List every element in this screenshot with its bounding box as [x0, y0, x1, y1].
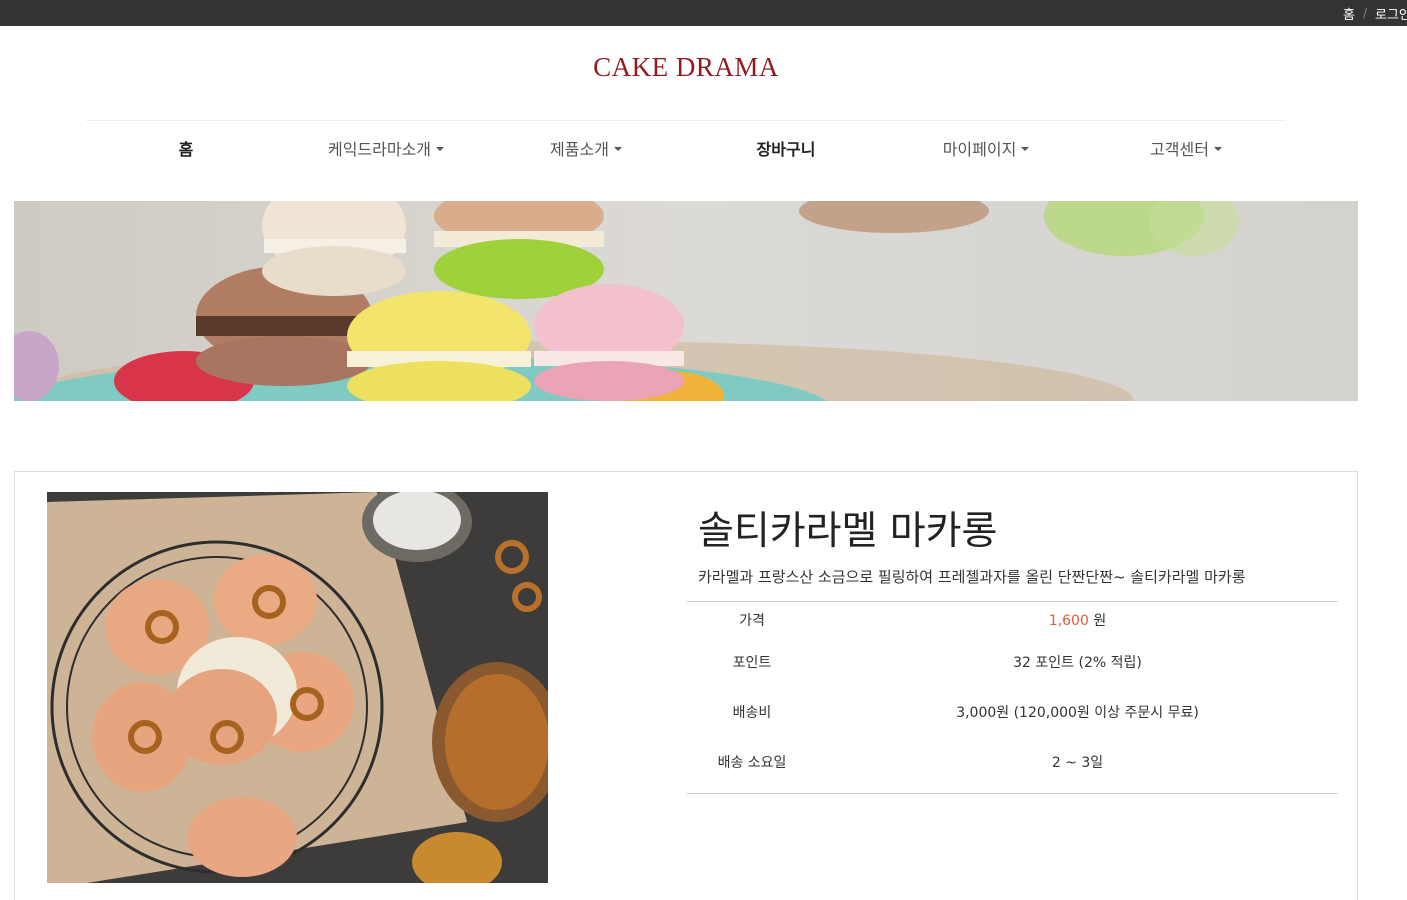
product-title: 솔티카라멜 마카롱	[698, 509, 998, 554]
price-unit: 원	[1093, 612, 1107, 629]
spec-value: 1,600 원	[817, 610, 1338, 630]
utility-link-login[interactable]: 로그인	[1375, 4, 1407, 23]
spec-row-price: 가격 1,600 원	[687, 602, 1338, 637]
product-description: 카라멜과 프랑스산 소금으로 필링하여 프레젤과자를 올린 단짠단짠~ 솔티카라…	[698, 568, 1246, 586]
nav-item-label: 케익드라마소개	[327, 139, 432, 159]
spec-row-points: 포인트 32 포인트 (2% 적립)	[687, 637, 1338, 687]
spec-label: 배송비	[732, 705, 772, 721]
nav-item-home[interactable]: 홈	[86, 121, 286, 174]
nav-item-about[interactable]: 케익드라마소개	[286, 121, 486, 174]
nav-item-label: 제품소개	[550, 139, 609, 159]
nav-item-label: 홈	[178, 139, 194, 159]
product-detail-panel: 솔티카라멜 마카롱 카라멜과 프랑스산 소금으로 필링하여 프레젤과자를 올린 …	[14, 471, 1358, 900]
caret-down-icon	[436, 146, 445, 151]
caret-down-icon	[613, 146, 622, 151]
spec-value: 3,000원 (120,000원 이상 주문시 무료)	[956, 705, 1199, 721]
site-logo-text: CAKE DRAMA	[593, 52, 779, 82]
macaron-banner-illustration	[14, 201, 1358, 401]
caret-down-icon	[1021, 146, 1030, 151]
spec-value: 2 ~ 3일	[1051, 755, 1104, 771]
hero-banner-image	[14, 201, 1358, 401]
spec-label: 배송 소요일	[717, 755, 787, 771]
nav-item-mypage[interactable]: 마이페이지	[886, 121, 1086, 174]
main-navigation: 홈 케익드라마소개 제품소개 장바구니 마이페이지 고객센터	[86, 120, 1286, 174]
spec-row-delivery: 배송 소요일 2 ~ 3일	[687, 737, 1338, 787]
site-logo[interactable]: CAKE DRAMA	[0, 52, 1372, 83]
spec-value: 32 포인트 (2% 적립)	[1013, 655, 1142, 671]
spec-row-shipping: 배송비 3,000원 (120,000원 이상 주문시 무료)	[687, 687, 1338, 737]
salted-caramel-macaron-photo	[47, 492, 548, 883]
caret-down-icon	[1213, 146, 1222, 151]
product-image	[47, 492, 548, 883]
spec-label: 포인트	[732, 655, 772, 671]
nav-item-cart[interactable]: 장바구니	[686, 121, 886, 174]
price-amount: 1,600	[1048, 612, 1089, 629]
nav-item-label: 고객센터	[1150, 139, 1209, 159]
nav-item-label: 장바구니	[756, 139, 816, 159]
utility-separator: /	[1362, 6, 1367, 20]
nav-item-label: 마이페이지	[942, 139, 1017, 159]
product-info: 솔티카라멜 마카롱 카라멜과 프랑스산 소금으로 필링하여 프레젤과자를 올린 …	[687, 492, 1338, 794]
utility-links: 홈 / 로그인	[1343, 0, 1407, 26]
top-utility-bar: 홈 / 로그인	[0, 0, 1407, 26]
product-spec-table: 가격 1,600 원 포인트 32 포인트 (2% 적립) 배송비 3,000원…	[687, 601, 1338, 794]
nav-item-products[interactable]: 제품소개	[486, 121, 686, 174]
utility-link-home[interactable]: 홈	[1343, 4, 1355, 23]
spec-label: 가격	[739, 612, 765, 629]
nav-item-support[interactable]: 고객센터	[1086, 121, 1286, 174]
